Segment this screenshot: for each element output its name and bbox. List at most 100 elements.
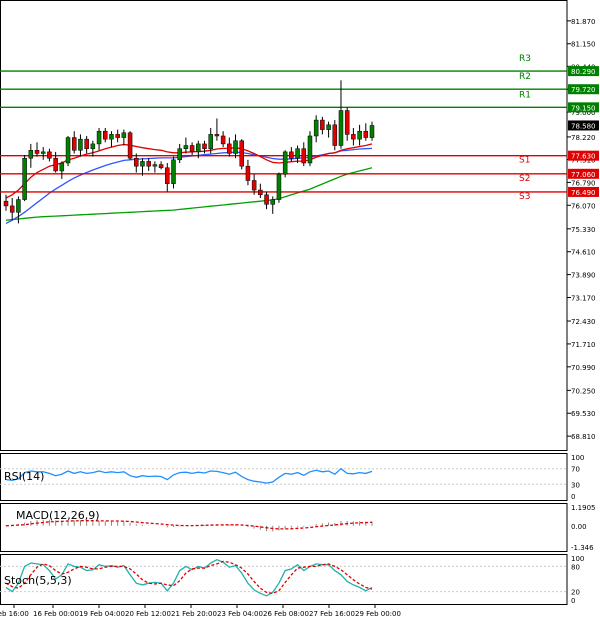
candle-body [78,138,83,151]
candle-body [282,151,288,175]
price-axis-label: 76.070 [571,202,596,210]
price-axis-label: 70.990 [571,364,596,372]
level-price-label: 80.290 [571,68,596,76]
candle-body [3,200,9,207]
price-axis-label: 68.810 [571,433,596,441]
level-price-label: 79.720 [571,86,596,94]
level-label-r3: R3 [519,54,531,64]
candle-body [245,165,251,181]
rsi-axis-label: 0 [571,493,575,501]
x-axis-label: 20 Feb 12:00 [125,610,171,618]
candle-body [276,173,282,200]
candle-body [84,138,89,149]
x-axis-label: 19 Feb 04:00 [79,610,125,618]
level-price-label: 79.150 [571,104,596,112]
candle-body [40,151,46,154]
candle-body [189,145,195,153]
macd-axis-label: -1.346 [571,544,594,552]
candle-body [270,199,275,205]
rsi-axis-label: 70 [571,466,580,474]
candle-body [115,134,120,138]
stoch-title: Stoch(5,5,3) [4,574,72,587]
price-axis-label: 78.220 [571,134,596,142]
stoch-axis-label: 80 [571,563,580,571]
price-axis-label: 72.430 [571,318,596,326]
level-label-s3: S3 [519,192,530,202]
candle-body [307,135,313,164]
candle-body [220,135,226,145]
candle-body [90,143,96,149]
candle-body [313,119,319,137]
rsi-axis-label: 30 [571,481,580,489]
candle-body [53,157,58,172]
x-axis-label: 27 Feb 16:00 [309,610,355,618]
candle-body [326,124,331,130]
candle-body [65,137,71,164]
chart-canvas: 81.87081.15080.44079.72079.00078.22077.5… [0,0,599,618]
stoch-axis-label: 100 [571,555,584,563]
candle-body [233,140,238,154]
price-axis-label: 76.790 [571,179,596,187]
candle-body [289,151,294,159]
level-price-label: 77.060 [571,171,596,179]
x-axis: Feb 16:00 16 Feb 00:0019 Feb 04:0020 Feb … [0,604,401,618]
x-axis-label: 21 Feb 20:00 [171,610,217,618]
candle-body [251,180,257,191]
price-axis-label: 69.530 [571,410,596,418]
candle-body [301,148,307,164]
candle-body [121,132,127,138]
candle-body [103,130,108,140]
stoch-axis-label: 0 [571,597,575,605]
trading-chart: 81.87081.15080.44079.72079.00078.22077.5… [0,0,600,622]
candle-body [208,134,213,149]
candle-body [146,161,151,167]
candle-body [258,189,263,196]
macd-axis-label: 1.1905 [571,504,596,512]
price-axis-label: 81.870 [571,18,596,26]
candle-body [127,132,133,159]
candle-body [227,143,232,154]
candle-body [165,167,170,184]
candle-body [202,143,207,149]
stoch-frame [0,554,568,605]
macd-title: MACD(12,26,9) [16,509,100,522]
level-label-r2: R2 [519,72,531,82]
candle-body [34,150,40,154]
candle-body [22,157,27,200]
x-axis-label: 16 Feb 00:00 [33,610,79,618]
level-label-s2: S2 [519,174,530,184]
candle-body [28,150,34,159]
price-frame [0,0,568,451]
candle-body [158,164,164,169]
price-axis-label: 73.890 [571,272,596,280]
candle-body [16,199,21,213]
candle-body [363,130,369,138]
candle-body [183,145,189,149]
x-axis-label: 26 Feb 08:00 [263,610,309,618]
candle-body [338,110,344,146]
stoch-axis-label: 20 [571,589,580,597]
candle-body [47,151,52,159]
price-axis-label: 73.170 [571,295,596,303]
candle-body [59,162,65,172]
rsi-frame [0,453,568,501]
candle-body [351,134,356,140]
level-price-label: 77.630 [571,153,596,161]
price-axis-label: 71.710 [571,341,596,349]
candle-body [295,148,300,159]
candle-body [152,164,158,167]
rsi-title: RSI(14) [4,470,45,483]
candle-body [171,159,176,184]
price-axis-label: 81.150 [571,41,596,49]
current-price-label: 78.580 [571,122,596,130]
candle-body [357,130,362,140]
candle-body [9,205,15,213]
candle-body [196,143,201,153]
price-axis-label: 70.250 [571,387,596,395]
candle-body [344,110,350,135]
level-label-s1: S1 [519,156,530,166]
candle-body [320,119,325,130]
candle-body [369,125,375,138]
x-axis-label: 29 Feb 00:00 [355,610,401,618]
candle-body [332,124,338,146]
